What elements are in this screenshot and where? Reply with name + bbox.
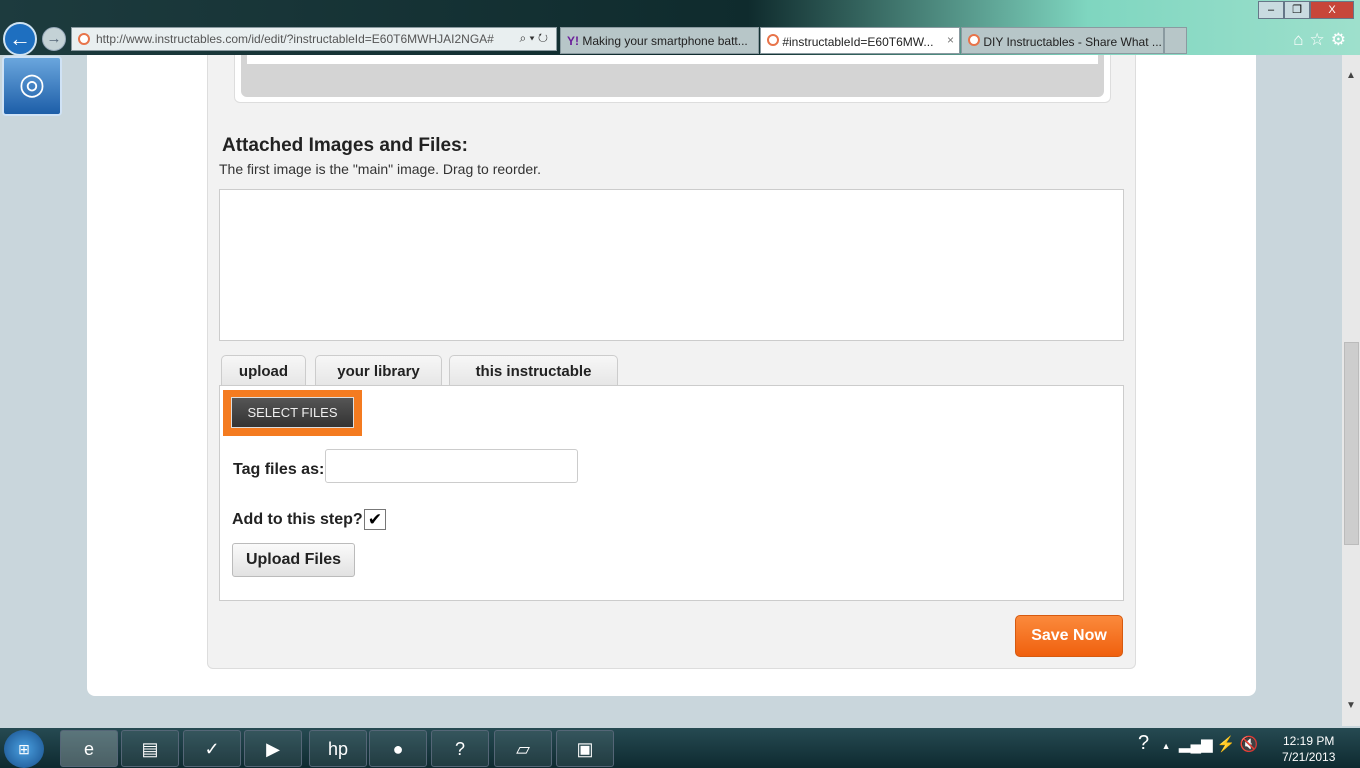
close-window-button[interactable]: X <box>1310 1 1354 19</box>
tab-making-smartphone[interactable]: Y! Making your smartphone batt... <box>560 27 759 54</box>
orb-icon[interactable]: ● <box>369 730 427 767</box>
browser-tools: ⌂☆⚙ <box>1293 30 1352 50</box>
search-refresh-icons[interactable]: ⌕ ▾ ↻ <box>519 31 548 46</box>
tab-label: Making your smartphone batt... <box>582 34 748 48</box>
window-controls: – ❐ X <box>1258 0 1354 19</box>
show-hidden-icons[interactable]: ▲ <box>1162 741 1171 751</box>
address-text: http://www.instructables.com/id/edit/?in… <box>96 32 494 46</box>
scroll-up-arrow[interactable]: ▲ <box>1342 70 1360 81</box>
tab-label: DIY Instructables - Share What ... <box>983 35 1162 49</box>
hp-icon[interactable]: hp <box>309 730 367 767</box>
system-tray: ? ▲ ▂▄▆ ⚡ 🔇 <box>1138 732 1258 755</box>
tab-label: #instructableId=E60T6MW... <box>782 35 934 49</box>
section-subtitle: The first image is the "main" image. Dra… <box>219 161 541 177</box>
file-explorer-icon[interactable]: ▤ <box>121 730 179 767</box>
ie-icon[interactable]: e <box>60 730 118 767</box>
yahoo-icon: Y! <box>567 34 579 48</box>
task-icon[interactable]: ✓ <box>183 730 241 767</box>
add-to-step-checkbox[interactable]: ✔ <box>364 509 386 530</box>
new-tab-button[interactable] <box>1164 27 1187 54</box>
tab-upload[interactable]: upload <box>221 355 306 387</box>
clock-date: 7/21/2013 <box>1282 750 1336 764</box>
site-favicon <box>78 33 90 45</box>
forward-button[interactable]: → <box>42 27 66 51</box>
save-now-button[interactable]: Save Now <box>1015 615 1123 657</box>
tab-diy-instructables[interactable]: DIY Instructables - Share What ... <box>961 27 1164 54</box>
photo-viewer-icon[interactable]: ▣ <box>556 730 614 767</box>
tab-instructable-edit[interactable]: #instructableId=E60T6MW... × <box>760 27 960 54</box>
site-favicon <box>767 34 779 46</box>
tag-files-label: Tag files as: <box>233 461 325 478</box>
volume-muted-icon[interactable]: 🔇 <box>1240 736 1259 753</box>
select-files-button[interactable]: SELECT FILES <box>231 397 354 428</box>
site-favicon <box>968 34 980 46</box>
section-heading: Attached Images and Files: <box>222 135 469 156</box>
gear-icon[interactable]: ⚙ <box>1331 30 1352 49</box>
add-to-step-label: Add to this step? <box>232 511 363 528</box>
tab-this-instructable[interactable]: this instructable <box>449 355 618 387</box>
scrollbar-thumb[interactable] <box>1344 342 1359 545</box>
fingerprint-app-icon[interactable]: ◎ <box>2 56 62 116</box>
help-icon[interactable]: ? <box>431 730 489 767</box>
tag-files-input[interactable] <box>325 449 578 483</box>
power-icon[interactable]: ⚡ <box>1217 736 1236 753</box>
sticky-notes-icon[interactable]: ▱ <box>494 730 552 767</box>
home-icon[interactable]: ⌂ <box>1293 30 1309 49</box>
minimize-button[interactable]: – <box>1258 1 1284 19</box>
star-icon[interactable]: ☆ <box>1310 30 1331 49</box>
upload-files-button[interactable]: Upload Files <box>232 543 355 577</box>
close-tab-icon[interactable]: × <box>947 33 954 47</box>
help-icon[interactable]: ? <box>1138 732 1149 754</box>
attached-files-area[interactable] <box>219 189 1124 341</box>
editor-area[interactable] <box>247 55 1098 64</box>
network-icon[interactable]: ▂▄▆ <box>1179 736 1213 753</box>
clock-time: 12:19 PM <box>1283 734 1335 748</box>
start-button[interactable]: ⊞ <box>4 730 44 768</box>
tab-your-library[interactable]: your library <box>315 355 442 387</box>
back-button[interactable]: ← <box>3 22 37 56</box>
restore-button[interactable]: ❐ <box>1284 1 1310 19</box>
media-player-icon[interactable]: ▶ <box>244 730 302 767</box>
clock[interactable]: 12:19 PM 7/21/2013 <box>1282 733 1335 765</box>
address-bar[interactable]: http://www.instructables.com/id/edit/?in… <box>71 27 557 51</box>
scroll-down-arrow[interactable]: ▼ <box>1342 700 1360 711</box>
